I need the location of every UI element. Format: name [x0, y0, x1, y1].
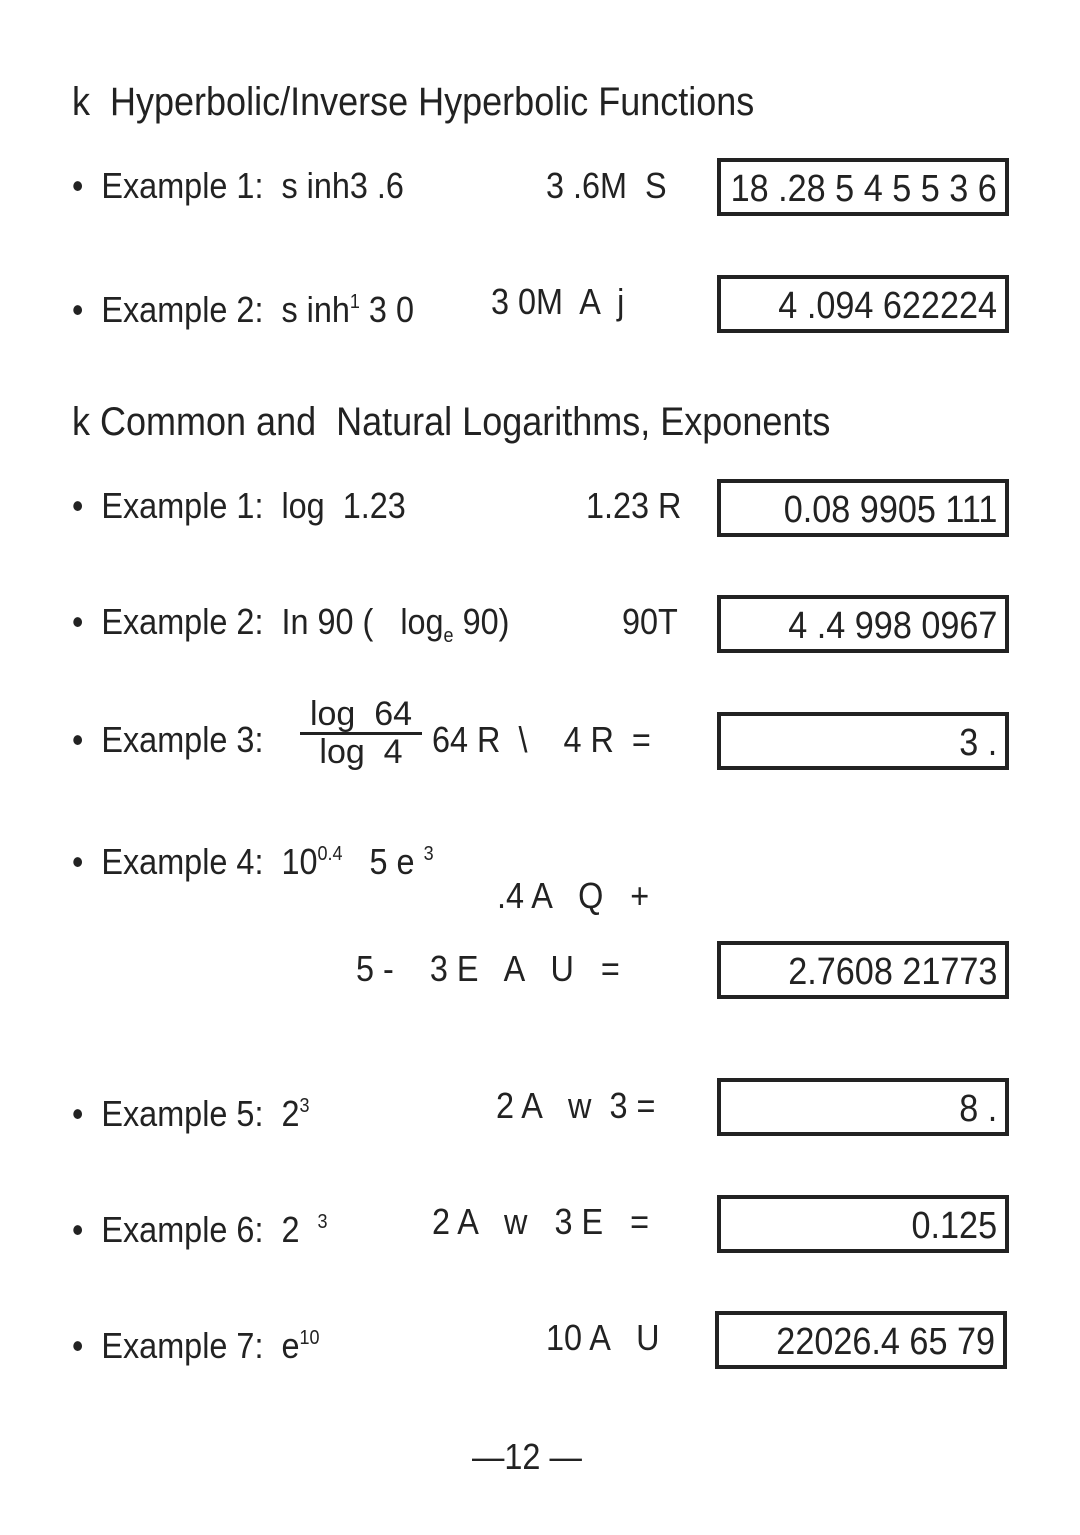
bullet: • [72, 485, 84, 526]
superscript: 10 [299, 1327, 320, 1349]
page-number: —12 — [472, 1436, 582, 1477]
example-expression: In 90 ( log [281, 601, 444, 642]
example-expression: 2 [281, 1209, 309, 1250]
section-heading-logarithms: k Common and Natural Logarithms, Exponen… [72, 400, 830, 444]
example-row: • Example 3: [72, 720, 263, 760]
example-expression: 90) [453, 601, 510, 642]
example-row: • Example 5: 23 [72, 1086, 310, 1134]
bullet: • [72, 601, 84, 642]
manual-page: k Hyperbolic/Inverse Hyperbolic Function… [0, 0, 1080, 1535]
display-value: 18 .28 5 4 5 5 3 6 [730, 168, 997, 210]
section-marker: k [72, 400, 90, 444]
display-box: 4 .094 622224 [717, 275, 1009, 333]
example-expression: s inh [281, 289, 350, 330]
key-sequence: 5 - 3 E A U = [356, 948, 620, 989]
display-box: 4 .4 998 0967 [717, 595, 1009, 653]
display-box: 2.7608 21773 [717, 941, 1009, 999]
example-expression: 5 e [342, 841, 424, 882]
superscript: 3 [317, 1211, 328, 1233]
example-label: Example 1: [101, 485, 264, 526]
display-value: 2.7608 21773 [787, 951, 997, 993]
example-expression: e [281, 1325, 300, 1366]
bullet: • [72, 165, 84, 206]
example-row: • Example 6: 2 3 [72, 1202, 328, 1250]
display-value: 0.125 [911, 1205, 997, 1247]
key-sequence: 1.23 R [586, 485, 682, 526]
superscript: 3 [423, 843, 434, 865]
fraction-numerator: log 64 [309, 695, 413, 733]
example-row: • Example 2: s inh1 3 0 [72, 282, 414, 330]
key-sequence: 64 R \ 4 R = [432, 719, 651, 760]
superscript: 1 [349, 291, 360, 313]
example-row: • Example 1: log 1.23 [72, 486, 406, 526]
display-box: 18 .28 5 4 5 5 3 6 [717, 158, 1009, 216]
example-label: Example 3: [101, 719, 264, 760]
example-expression: 10 [281, 841, 318, 882]
key-sequence: 2 A w 3 = [496, 1085, 656, 1126]
superscript: 0.4 [317, 843, 343, 865]
example-expression: s inh3 .6 [281, 165, 404, 206]
bullet: • [72, 1325, 84, 1366]
bullet: • [72, 719, 84, 760]
fraction: log 64 log 4 [300, 696, 422, 769]
example-expression: 3 0 [359, 289, 414, 330]
display-box: 8 . [717, 1078, 1009, 1136]
display-value: 8 . [958, 1088, 997, 1130]
display-box: 22026.4 65 79 [715, 1311, 1007, 1369]
superscript: 3 [299, 1095, 310, 1117]
key-sequence: 3 0M A j [491, 281, 625, 322]
display-box: 0.08 9905 111 [717, 479, 1009, 537]
section-title: Hyperbolic/Inverse Hyperbolic Functions [110, 80, 755, 124]
display-value: 4 .4 998 0967 [787, 605, 997, 647]
bullet: • [72, 841, 84, 882]
display-value: 22026.4 65 79 [776, 1321, 995, 1363]
display-value: 0.08 9905 111 [783, 489, 997, 531]
section-heading-hyperbolic: k Hyperbolic/Inverse Hyperbolic Function… [72, 80, 754, 124]
key-sequence: 2 A w 3 E = [432, 1201, 650, 1242]
example-label: Example 2: [101, 289, 264, 330]
example-row: • Example 7: e10 [72, 1318, 320, 1366]
example-label: Example 2: [101, 601, 264, 642]
example-label: Example 4: [101, 841, 264, 882]
bullet: • [72, 1209, 84, 1250]
example-label: Example 6: [101, 1209, 264, 1250]
example-expression: log 1.23 [281, 485, 406, 526]
example-row: • Example 2: In 90 ( loge 90) [72, 602, 509, 656]
fraction-denominator: log 4 [300, 732, 422, 769]
bullet: • [72, 1093, 84, 1134]
subscript: e [443, 625, 454, 647]
section-title: Common and Natural Logarithms, Exponents [100, 400, 831, 444]
display-box: 3 . [717, 712, 1009, 770]
display-box: 0.125 [717, 1195, 1009, 1253]
example-expression: 2 [281, 1093, 300, 1134]
example-row: • Example 4: 100.4 5 e 3 [72, 834, 434, 882]
key-sequence: 3 .6M S [546, 165, 667, 206]
key-sequence: 10 A U [546, 1317, 660, 1358]
bullet: • [72, 289, 84, 330]
example-label: Example 5: [101, 1093, 264, 1134]
display-value: 4 .094 622224 [778, 285, 997, 327]
display-value: 3 . [958, 722, 997, 764]
key-sequence: 90T [622, 601, 678, 642]
example-label: Example 7: [101, 1325, 264, 1366]
key-sequence: .4 A Q + [497, 875, 650, 916]
example-row: • Example 1: s inh3 .6 [72, 166, 404, 206]
section-marker: k [72, 80, 90, 124]
example-label: Example 1: [101, 165, 264, 206]
